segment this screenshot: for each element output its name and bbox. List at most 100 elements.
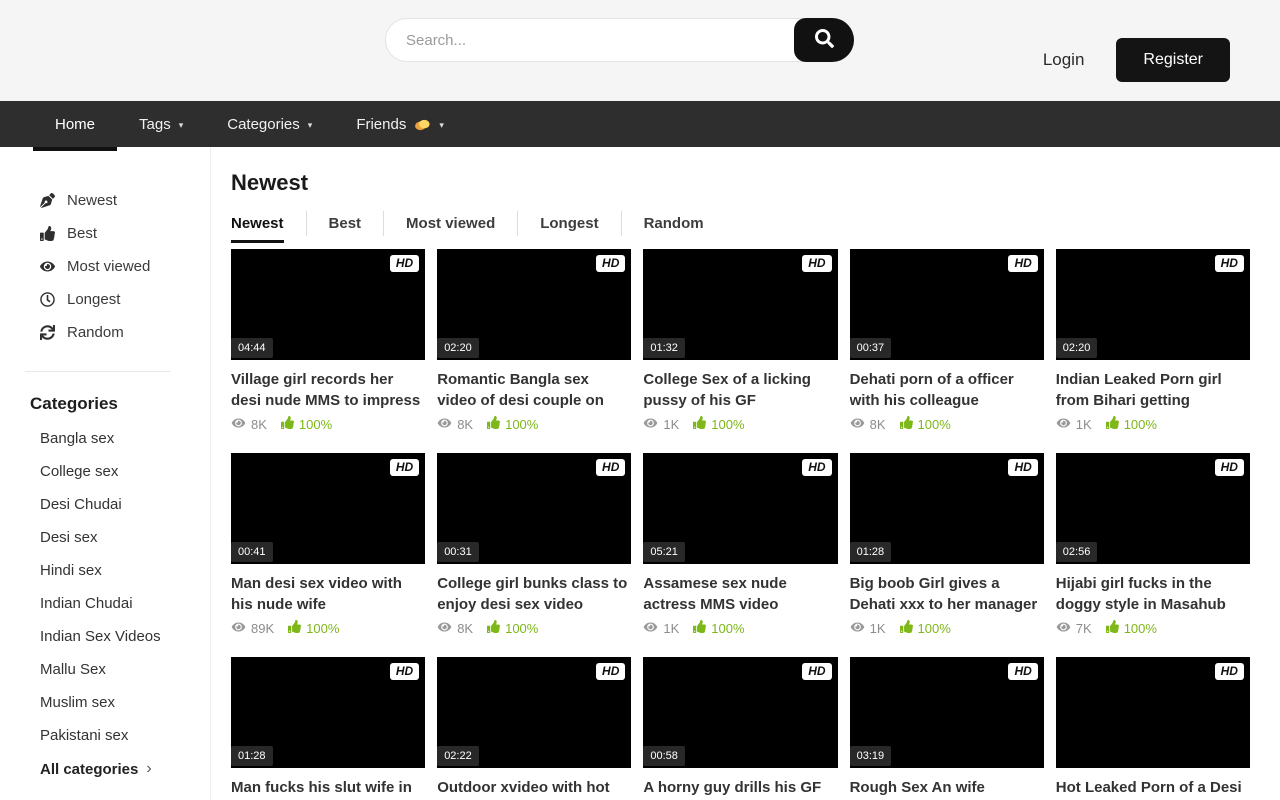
tab-longest[interactable]: Longest [517, 211, 620, 236]
sidebar-link-random[interactable]: Random [0, 316, 210, 349]
video-card[interactable]: HD 00:31 College girl bunks class to enj… [437, 453, 631, 636]
category-link-bangla-sex[interactable]: Bangla sex [0, 422, 210, 455]
video-thumbnail[interactable]: HD 00:58 [643, 657, 837, 768]
tab-newest[interactable]: Newest [231, 211, 306, 236]
video-title[interactable]: Assamese sex nude actress MMS video [643, 573, 837, 615]
video-thumbnail[interactable]: HD 01:28 [231, 657, 425, 768]
search-input[interactable] [385, 18, 854, 62]
video-title[interactable]: Outdoor xvideo with hot randi [437, 777, 631, 800]
nav-item-label: Home [55, 116, 95, 133]
video-title[interactable]: Big boob Girl gives a Dehati xxx to her … [850, 573, 1044, 615]
sidebar: Newest Best Most viewed Longest Random C… [0, 147, 211, 800]
eye-icon [1056, 417, 1071, 432]
video-title[interactable]: Hot Leaked Porn of a Desi Couple [1056, 777, 1250, 800]
video-title[interactable]: College girl bunks class to enjoy desi s… [437, 573, 631, 615]
thumbs-up-icon [1106, 416, 1119, 432]
video-card[interactable]: HD 00:41 Man desi sex video with his nud… [231, 453, 425, 636]
video-card[interactable]: HD 02:22 Outdoor xvideo with hot randi [437, 657, 631, 800]
hd-badge: HD [802, 663, 831, 680]
video-thumbnail[interactable]: HD 05:21 [643, 453, 837, 564]
video-thumbnail[interactable]: HD 01:32 [643, 249, 837, 360]
category-link-college-sex[interactable]: College sex [0, 455, 210, 488]
nav-item-home[interactable]: Home [33, 101, 117, 147]
video-thumbnail[interactable]: HD 02:20 [1056, 249, 1250, 360]
category-link-mallu-sex[interactable]: Mallu Sex [0, 653, 210, 686]
video-title[interactable]: Hijabi girl fucks in the doggy style in … [1056, 573, 1250, 615]
hd-badge: HD [1008, 255, 1037, 272]
handshake-icon [414, 117, 431, 132]
video-thumbnail[interactable]: HD 00:41 [231, 453, 425, 564]
video-thumbnail[interactable]: HD 01:28 [850, 453, 1044, 564]
views-count: 1K [850, 621, 886, 636]
video-title[interactable]: Village girl records her desi nude MMS t… [231, 369, 425, 411]
video-card[interactable]: HD 05:21 Assamese sex nude actress MMS v… [643, 453, 837, 636]
video-card[interactable]: HD Hot Leaked Porn of a Desi Couple [1056, 657, 1250, 800]
duration-badge: 01:28 [231, 746, 273, 766]
video-stats: 1K 100% [643, 416, 837, 432]
video-title[interactable]: Indian Leaked Porn girl from Bihari gett… [1056, 369, 1250, 411]
sidebar-categories: Bangla sexCollege sexDesi ChudaiDesi sex… [0, 422, 210, 786]
sidebar-link-most-viewed[interactable]: Most viewed [0, 250, 210, 283]
video-title[interactable]: College Sex of a licking pussy of his GF [643, 369, 837, 411]
video-thumbnail[interactable]: HD 03:19 [850, 657, 1044, 768]
tab-best[interactable]: Best [306, 211, 384, 236]
video-title[interactable]: Romantic Bangla sex video of desi couple… [437, 369, 631, 411]
views-count: 8K [437, 417, 473, 432]
video-thumbnail[interactable]: HD 04:44 [231, 249, 425, 360]
tab-most-viewed[interactable]: Most viewed [383, 211, 517, 236]
nav-item-friends[interactable]: Friends ▾ [334, 101, 466, 147]
hd-badge: HD [802, 255, 831, 272]
login-link[interactable]: Login [1043, 50, 1085, 70]
hd-badge: HD [1215, 459, 1244, 476]
video-title[interactable]: Man desi sex video with his nude wife [231, 573, 425, 615]
rating: 100% [900, 416, 951, 432]
video-title[interactable]: A horny guy drills his GF tight pussy at… [643, 777, 837, 800]
video-thumbnail[interactable]: HD 00:37 [850, 249, 1044, 360]
category-link-desi-sex[interactable]: Desi sex [0, 521, 210, 554]
hd-badge: HD [1008, 663, 1037, 680]
rating: 100% [281, 416, 332, 432]
video-card[interactable]: HD 00:37 Dehati porn of a officer with h… [850, 249, 1044, 432]
tab-random[interactable]: Random [621, 211, 726, 236]
video-stats: 8K 100% [437, 416, 631, 432]
category-link-indian-chudai[interactable]: Indian Chudai [0, 587, 210, 620]
video-card[interactable]: HD 01:32 College Sex of a licking pussy … [643, 249, 837, 432]
rating: 100% [1106, 416, 1157, 432]
sidebar-link-newest[interactable]: Newest [0, 184, 210, 217]
all-categories-link[interactable]: All categories› [0, 752, 210, 786]
video-card[interactable]: HD 02:20 Romantic Bangla sex video of de… [437, 249, 631, 432]
video-card[interactable]: HD 01:28 Big boob Girl gives a Dehati xx… [850, 453, 1044, 636]
video-title[interactable]: Man fucks his slut wife in Dehati sex [231, 777, 425, 800]
video-thumbnail[interactable]: HD 00:31 [437, 453, 631, 564]
category-link-indian-sex-videos[interactable]: Indian Sex Videos [0, 620, 210, 653]
sidebar-link-longest[interactable]: Longest [0, 283, 210, 316]
thumbs-up-icon [487, 620, 500, 636]
sidebar-link-label: Most viewed [67, 258, 150, 275]
video-title[interactable]: Rough Sex An wife bounces on her devar d… [850, 777, 1044, 800]
video-thumbnail[interactable]: HD 02:20 [437, 249, 631, 360]
video-thumbnail[interactable]: HD [1056, 657, 1250, 768]
category-link-desi-chudai[interactable]: Desi Chudai [0, 488, 210, 521]
register-button[interactable]: Register [1116, 38, 1230, 82]
category-link-muslim-sex[interactable]: Muslim sex [0, 686, 210, 719]
video-card[interactable]: HD 02:20 Indian Leaked Porn girl from Bi… [1056, 249, 1250, 432]
nav-item-tags[interactable]: Tags ▾ [117, 101, 205, 147]
video-card[interactable]: HD 02:56 Hijabi girl fucks in the doggy … [1056, 453, 1250, 636]
rating: 100% [900, 620, 951, 636]
category-link-hindi-sex[interactable]: Hindi sex [0, 554, 210, 587]
sidebar-link-label: Random [67, 324, 124, 341]
video-title[interactable]: Dehati porn of a officer with his collea… [850, 369, 1044, 411]
views-count: 8K [850, 417, 886, 432]
video-thumbnail[interactable]: HD 02:22 [437, 657, 631, 768]
category-link-pakistani-sex[interactable]: Pakistani sex [0, 719, 210, 752]
video-card[interactable]: HD 03:19 Rough Sex An wife bounces on he… [850, 657, 1044, 800]
video-thumbnail[interactable]: HD 02:56 [1056, 453, 1250, 564]
thumbs-up-icon [40, 226, 56, 241]
search-button[interactable] [794, 18, 854, 62]
video-card[interactable]: HD 04:44 Village girl records her desi n… [231, 249, 425, 432]
video-card[interactable]: HD 01:28 Man fucks his slut wife in Deha… [231, 657, 425, 800]
video-card[interactable]: HD 00:58 A horny guy drills his GF tight… [643, 657, 837, 800]
sidebar-link-best[interactable]: Best [0, 217, 210, 250]
nav-item-categories[interactable]: Categories ▾ [205, 101, 334, 147]
site-header: Login Register [0, 0, 1280, 101]
